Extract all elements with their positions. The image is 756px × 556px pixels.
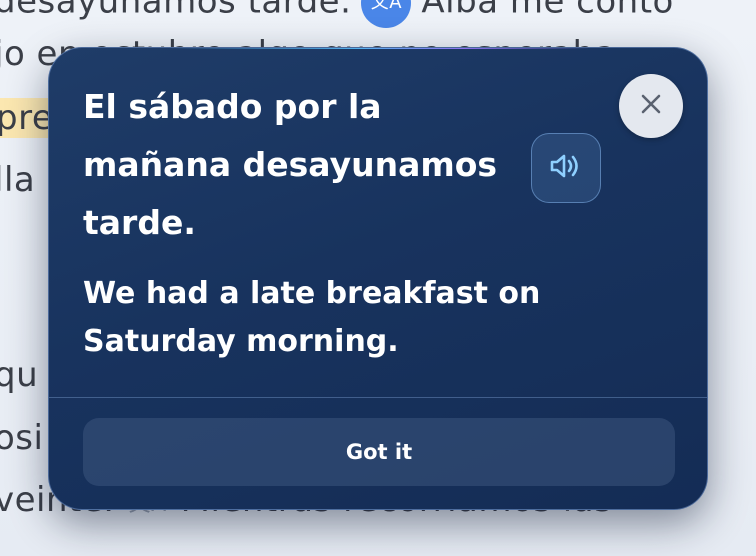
- source-sentence: El sábado por la mañana desayunamos tard…: [83, 87, 498, 242]
- reading-text: desayunamos tarde.: [0, 0, 352, 22]
- speaker-icon: [549, 151, 583, 185]
- reading-text: qu: [0, 355, 39, 395]
- got-it-label: Got it: [345, 440, 413, 464]
- reading-text: osi: [0, 418, 44, 458]
- translate-chip-icon[interactable]: 文A: [361, 0, 412, 28]
- reading-line: desayunamos tarde. 文A Alba me contó: [0, 0, 674, 28]
- close-button[interactable]: [619, 74, 683, 138]
- translated-sentence: We had a late breakfast on Saturday morn…: [83, 276, 541, 359]
- reading-line: qu: [0, 355, 38, 395]
- reading-line: osi: [0, 418, 43, 458]
- got-it-button[interactable]: Got it: [83, 418, 675, 486]
- close-icon: [639, 92, 663, 120]
- reading-line: lla: [0, 160, 35, 200]
- speak-button[interactable]: [531, 133, 601, 203]
- translation-popover: El sábado por la mañana desayunamos tard…: [48, 47, 708, 510]
- reading-text: Alba me contó: [421, 0, 674, 22]
- reading-text: lla: [0, 160, 36, 200]
- popover-divider: [49, 397, 707, 398]
